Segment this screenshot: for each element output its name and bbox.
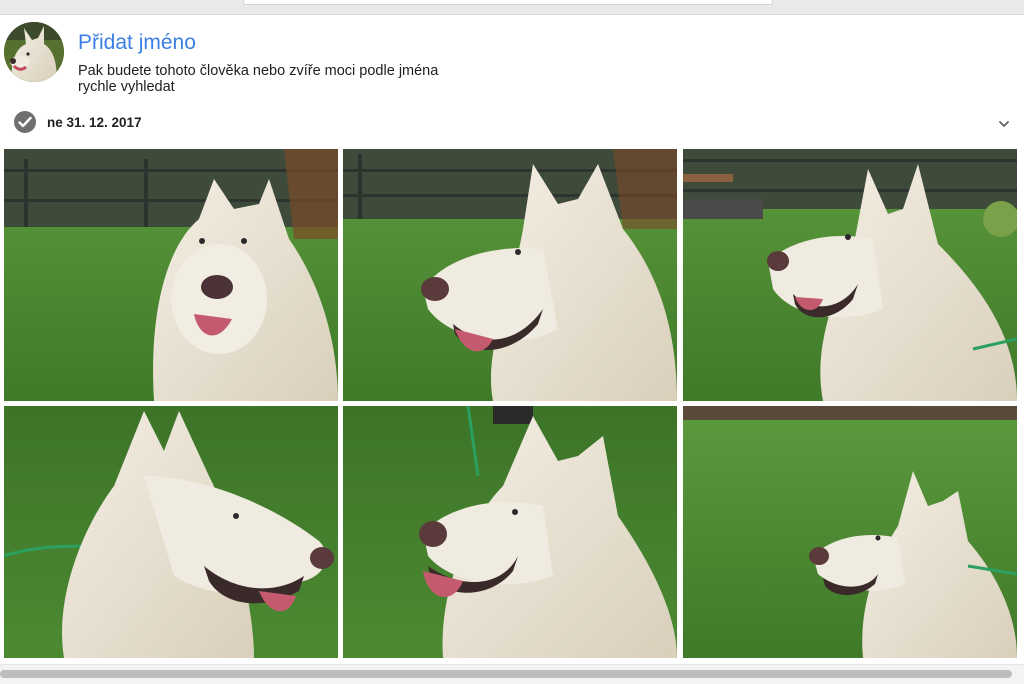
add-name-link[interactable]: Přidat jméno: [78, 31, 196, 55]
check-circle-icon[interactable]: [14, 111, 36, 133]
address-field-edge[interactable]: [243, 0, 773, 5]
photo-tile[interactable]: [343, 406, 677, 658]
photo-tile[interactable]: [4, 149, 338, 401]
chevron-down-icon[interactable]: [996, 117, 1012, 129]
name-description: Pak budete tohoto člověka nebo zvíře moc…: [78, 63, 498, 95]
description-line-1: Pak budete tohoto člověka nebo zvíře moc…: [78, 63, 439, 79]
photo-tile[interactable]: [4, 406, 338, 658]
photo-tile[interactable]: [683, 406, 1017, 658]
horizontal-scrollbar[interactable]: [0, 664, 1024, 684]
browser-top-bar: [0, 0, 1024, 15]
photo-grid: [4, 149, 1018, 658]
photo-tile[interactable]: [683, 149, 1017, 401]
date-group-label: ne 31. 12. 2017: [47, 115, 142, 130]
scrollbar-thumb[interactable]: [0, 670, 1012, 678]
description-line-2: rychle vyhledat: [78, 79, 175, 95]
avatar[interactable]: [4, 22, 64, 82]
photo-tile[interactable]: [343, 149, 677, 401]
